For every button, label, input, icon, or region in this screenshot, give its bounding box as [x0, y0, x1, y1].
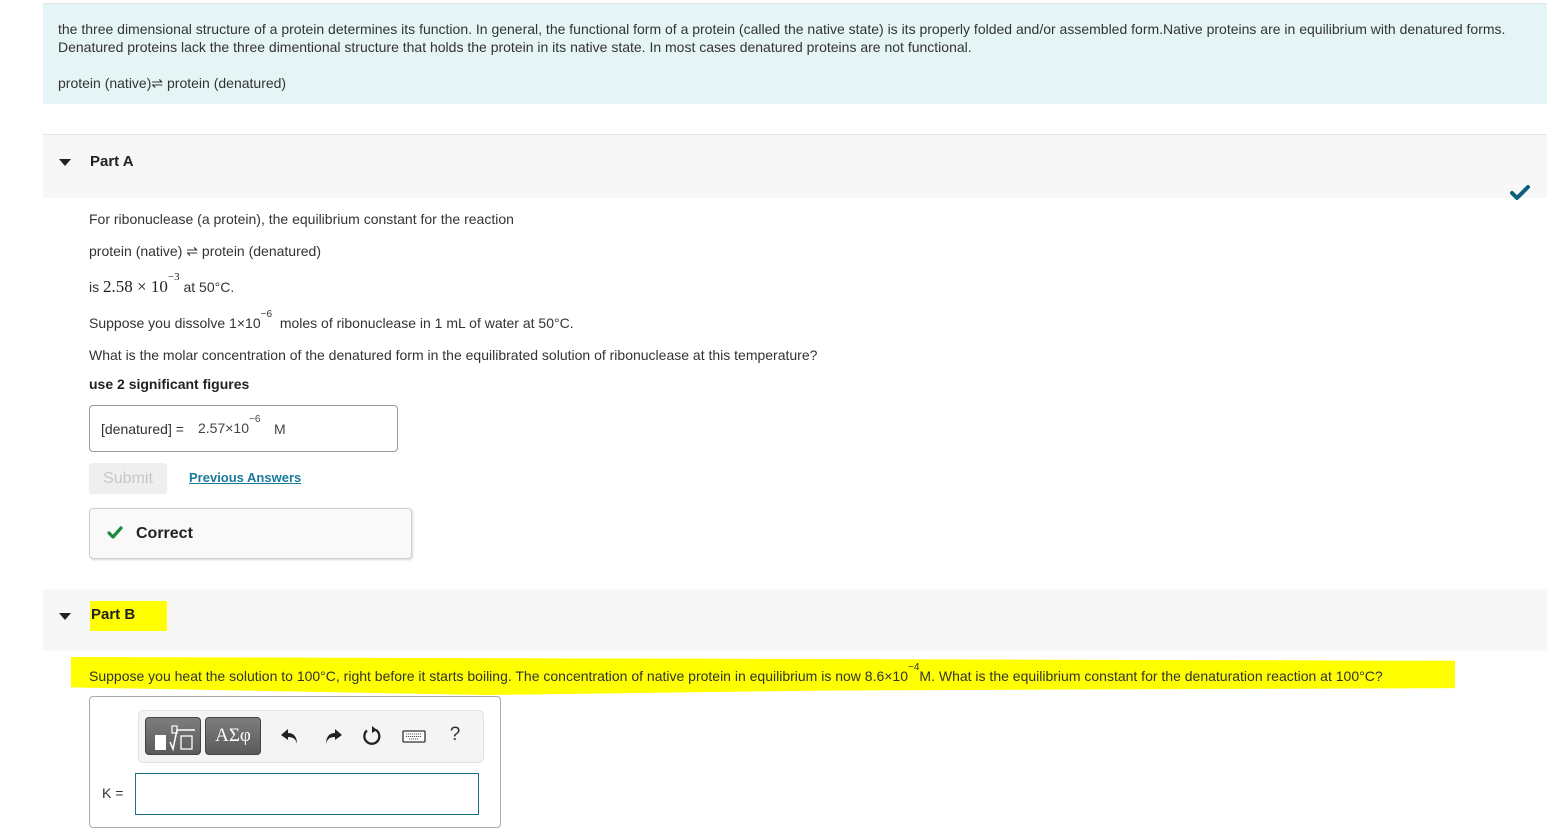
- k-exponent: −3: [167, 271, 180, 283]
- previous-answers-link[interactable]: Previous Answers: [189, 470, 301, 485]
- part-b-title[interactable]: Part B: [90, 601, 168, 631]
- reset-icon[interactable]: [361, 725, 383, 747]
- greek-symbols-button[interactable]: ΑΣφ: [205, 717, 261, 755]
- intro-paragraph: the three dimensional structure of a pro…: [58, 21, 1506, 55]
- dissolve-prefix: Suppose you dissolve 1×10: [89, 315, 261, 331]
- collapse-triangle-icon[interactable]: [59, 613, 71, 620]
- templates-button[interactable]: [145, 717, 201, 755]
- part-b-header[interactable]: Part B: [43, 589, 1547, 651]
- reaction-left: protein (native): [89, 243, 183, 259]
- equation-left: protein (native): [58, 75, 152, 91]
- part-a-complete-check-icon: [1510, 185, 1530, 200]
- help-button[interactable]: ?: [445, 724, 465, 746]
- submit-button[interactable]: Submit: [89, 463, 167, 494]
- part-a-k-value: is 2.58 × 10−3 at 50°C.: [89, 271, 235, 297]
- part-a-intro-text: For ribonuclease (a protein), the equili…: [89, 211, 514, 227]
- k-mantissa: 2.58 × 10: [103, 277, 168, 296]
- question-exponent: −4: [908, 662, 920, 673]
- dissolve-exponent: −6: [260, 309, 273, 320]
- part-a-reaction: protein (native) ⇌ protein (denatured): [89, 243, 321, 260]
- part-b-question: Suppose you heat the solution to 100°C, …: [89, 662, 1383, 684]
- part-a-instruction: use 2 significant figures: [89, 376, 250, 392]
- question-part2: M. What is the equilibrium constant for …: [919, 668, 1383, 684]
- intro-equation: protein (native)⇌ protein (denatured): [58, 74, 1538, 92]
- collapse-triangle-icon[interactable]: [59, 159, 71, 166]
- reaction-right: protein (denatured): [201, 243, 321, 259]
- dissolve-suffix: moles of ribonuclease in 1 mL of water a…: [279, 315, 574, 331]
- redo-icon[interactable]: [322, 725, 344, 747]
- math-toolbar: ΑΣφ ?: [138, 710, 484, 763]
- keyboard-icon[interactable]: [401, 725, 427, 747]
- part-a-question: What is the molar concentration of the d…: [89, 347, 818, 363]
- question-part1: Suppose you heat the solution to 100°C, …: [89, 668, 909, 684]
- k-answer-input[interactable]: [135, 773, 479, 815]
- k-label: K =: [102, 785, 124, 801]
- problem-intro: the three dimensional structure of a pro…: [43, 3, 1547, 104]
- answer-editor: ΑΣφ ? K =: [89, 696, 501, 828]
- answer-label: [denatured] =: [101, 421, 184, 437]
- equation-right: protein (denatured): [167, 75, 287, 91]
- part-a-header[interactable]: Part A: [43, 134, 1547, 198]
- feedback-text: Correct: [136, 525, 193, 542]
- answer-mantissa: 2.57×10: [198, 420, 249, 436]
- correct-check-icon: [107, 526, 123, 539]
- templates-root-icon: [155, 725, 195, 752]
- answer-exponent: −6: [249, 414, 261, 425]
- answer-value: 2.57×10−6: [198, 414, 260, 436]
- correct-feedback: Correct: [89, 508, 412, 559]
- equilibrium-arrow-icon: ⇌: [151, 75, 164, 91]
- undo-icon[interactable]: [279, 725, 301, 747]
- part-a-answer-field[interactable]: [denatured] = 2.57×10−6 M: [89, 405, 398, 452]
- k-prefix: is: [89, 279, 100, 295]
- answer-unit: M: [274, 421, 286, 437]
- equilibrium-arrow-icon: ⇌: [186, 243, 199, 259]
- part-a-title[interactable]: Part A: [90, 153, 134, 170]
- k-suffix: at 50°C.: [183, 279, 235, 295]
- part-a-dissolve-text: Suppose you dissolve 1×10−6 moles of rib…: [89, 309, 574, 331]
